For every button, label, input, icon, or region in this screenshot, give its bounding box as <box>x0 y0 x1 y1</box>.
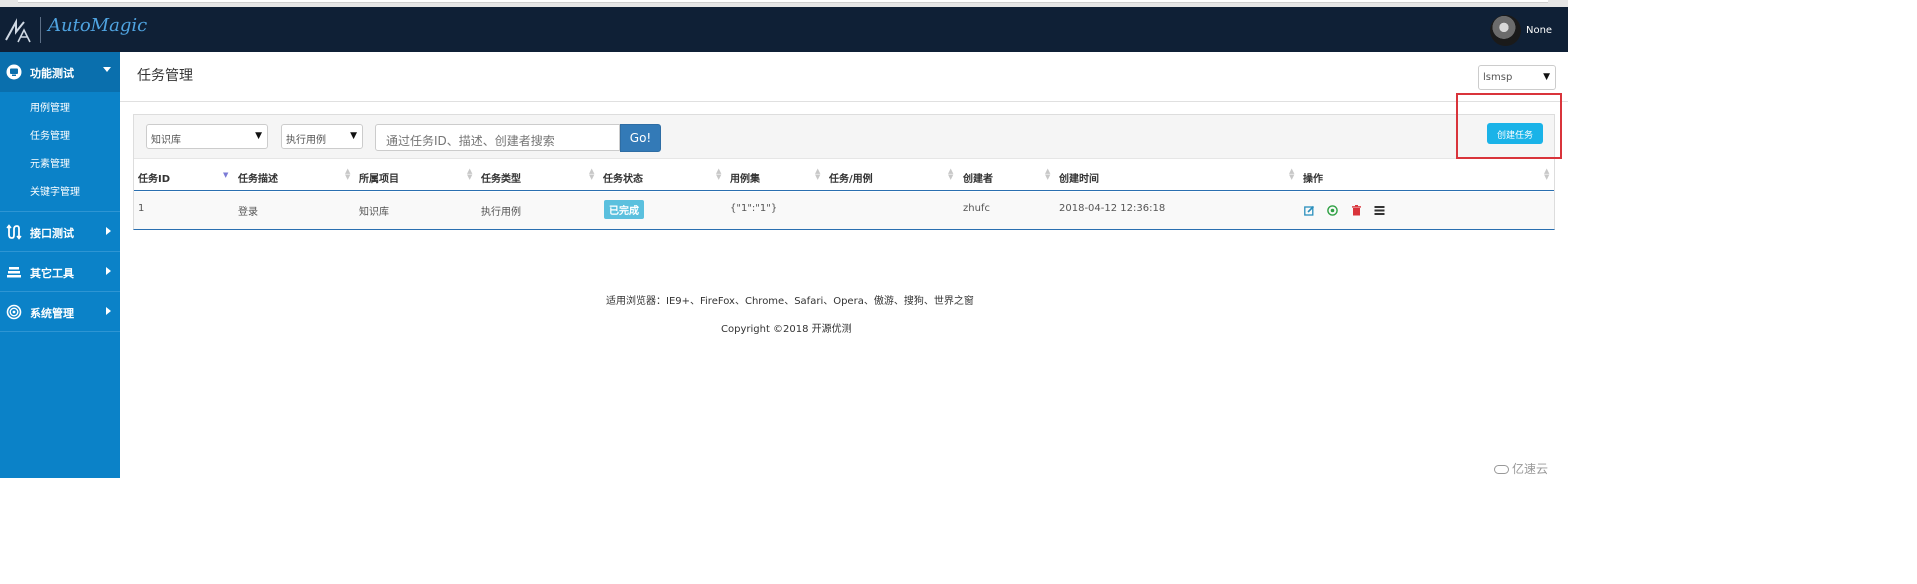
monitor-icon <box>6 64 22 80</box>
tools-icon <box>7 267 21 278</box>
user-name[interactable]: None <box>1526 25 1552 36</box>
cell-description: 登录 <box>238 207 258 218</box>
filter-toolbar: 知识库 ▼ 执行用例 ▼ Go! 创建任务 <box>134 115 1554 159</box>
sort-asc-icon[interactable]: ▼ <box>223 172 228 179</box>
column-header-actions[interactable]: 操作 <box>1303 170 1323 185</box>
sidebar-section-label: 功能测试 <box>30 67 74 80</box>
project-select[interactable]: lsmsp ▼ <box>1478 65 1556 90</box>
cell-task-type: 执行用例 <box>481 207 521 218</box>
cloud-icon <box>1494 465 1509 474</box>
project-filter-value: 知识库 <box>151 135 181 146</box>
footer-browsers: 适用浏览器：IE9+、FireFox、Chrome、Safari、Opera、傲… <box>606 296 974 307</box>
sidebar-divider <box>0 331 120 332</box>
sidebar-section-system-management[interactable]: 系统管理 <box>0 292 120 332</box>
sidebar-section-label: 其它工具 <box>30 267 74 280</box>
watermark-text: 亿速云 <box>1512 462 1549 476</box>
sort-icon[interactable]: ▲ ▼ <box>345 168 350 181</box>
footer-copyright: Copyright ©2018 开源优测 <box>721 324 852 335</box>
edit-icon[interactable] <box>1304 205 1315 216</box>
type-filter-select[interactable]: 执行用例 ▼ <box>281 124 363 149</box>
user-avatar[interactable] <box>1490 15 1521 46</box>
column-header-description[interactable]: 任务描述 <box>238 170 278 185</box>
caret-down-icon: ▼ <box>350 131 357 141</box>
sidebar-section-label: 系统管理 <box>30 307 74 320</box>
sort-icon[interactable]: ▲ ▼ <box>716 168 721 181</box>
header-divider <box>120 101 1568 102</box>
logo-divider <box>40 17 41 43</box>
page-title: 任务管理 <box>137 68 193 84</box>
chevron-right-icon <box>106 267 111 275</box>
table-row[interactable]: 1 登录 知识库 执行用例 已完成 {"1":"1"} zhufc 2018-0… <box>134 192 1554 229</box>
column-header-creator[interactable]: 创建者 <box>963 170 993 185</box>
watermark: 亿速云 <box>1494 460 1548 477</box>
cell-task-id: 1 <box>138 203 145 214</box>
cell-created-time: 2018-04-12 12:36:18 <box>1059 203 1166 214</box>
column-header-task-status[interactable]: 任务状态 <box>603 170 643 185</box>
column-header-case-suite[interactable]: 用例集 <box>730 170 760 185</box>
type-filter-value: 执行用例 <box>286 135 326 146</box>
delete-icon[interactable] <box>1351 205 1362 216</box>
column-header-task-type[interactable]: 任务类型 <box>481 170 521 185</box>
column-header-project[interactable]: 所属项目 <box>359 170 399 185</box>
sort-icon[interactable]: ▲ ▼ <box>948 168 953 181</box>
chevron-down-icon <box>103 67 111 72</box>
sort-icon[interactable]: ▲ ▼ <box>589 168 594 181</box>
api-icon <box>6 224 22 240</box>
project-select-value: lsmsp <box>1483 72 1513 83</box>
sort-icon[interactable]: ▲ ▼ <box>1544 168 1549 181</box>
sort-icon[interactable]: ▲ ▼ <box>1045 168 1050 181</box>
table-header: 任务ID ▼ 任务描述 ▲ ▼ 所属项目 ▲ ▼ 任务类型 ▲ ▼ 任务状态 ▲ ▼ 用… <box>134 159 1554 191</box>
sort-icon[interactable]: ▲ ▼ <box>815 168 820 181</box>
sidebar-item-keyword-management[interactable]: 关键字管理 <box>30 183 80 198</box>
sidebar: 功能测试 用例管理 任务管理 元素管理 关键字管理 接口测试 其它工具 系统管理 <box>0 52 120 478</box>
sort-icon[interactable]: ▲ ▼ <box>467 168 472 181</box>
sidebar-section-api-test[interactable]: 接口测试 <box>0 212 120 252</box>
sidebar-item-element-management[interactable]: 元素管理 <box>30 155 70 170</box>
sidebar-item-case-management[interactable]: 用例管理 <box>30 99 70 114</box>
task-panel: 知识库 ▼ 执行用例 ▼ Go! 创建任务 任务ID ▼ 任务描述 ▲▼ 所属项… <box>133 114 1555 230</box>
cell-case-suite: {"1":"1"} <box>730 203 778 214</box>
cell-project: 知识库 <box>359 207 389 218</box>
caret-down-icon: ▼ <box>255 131 262 141</box>
go-button[interactable]: Go! <box>620 124 661 152</box>
status-badge: 已完成 <box>604 200 644 219</box>
column-header-task-id[interactable]: 任务ID <box>138 170 170 185</box>
sidebar-item-task-management[interactable]: 任务管理 <box>30 127 70 142</box>
list-icon[interactable] <box>1374 205 1385 216</box>
cell-creator: zhufc <box>963 203 990 214</box>
search-input[interactable] <box>375 124 620 151</box>
sidebar-section-functional-test[interactable]: 功能测试 <box>0 52 120 92</box>
settings-icon <box>6 304 22 320</box>
chevron-right-icon <box>106 227 111 235</box>
sort-icon[interactable]: ▲ ▼ <box>1289 168 1294 181</box>
sidebar-section-label: 接口测试 <box>30 227 74 240</box>
project-filter-select[interactable]: 知识库 ▼ <box>146 124 268 149</box>
top-navbar: AutoMagic None <box>0 7 1568 52</box>
run-icon[interactable] <box>1327 205 1338 216</box>
caret-down-icon: ▼ <box>1543 72 1550 82</box>
sidebar-section-other-tools[interactable]: 其它工具 <box>0 252 120 292</box>
annotation-highlight-box <box>1456 93 1562 159</box>
column-header-created-time[interactable]: 创建时间 <box>1059 170 1099 185</box>
chevron-right-icon <box>106 307 111 315</box>
column-header-task-case[interactable]: 任务/用例 <box>829 170 873 185</box>
app-name[interactable]: AutoMagic <box>48 15 147 36</box>
logo-icon <box>5 18 31 43</box>
browser-top-strip <box>0 0 1568 7</box>
